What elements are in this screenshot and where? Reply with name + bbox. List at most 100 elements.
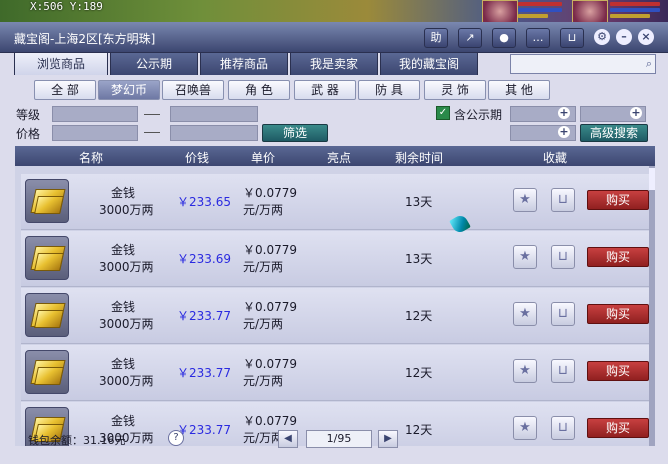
add-filter-1-icon[interactable]: + [558,107,570,119]
table-row[interactable]: 金钱 3000万两 ￥233.77 ￥0.0779 元/万两 12天 ★ ⊔ 购… [21,345,649,401]
header-favorite: 收藏 [543,151,568,165]
window-title: 藏宝阁-上海2区[东方明珠] [14,32,156,46]
favorite-star-icon[interactable]: ★ [513,245,537,269]
map-coordinates: X:506 Y:189 [30,0,103,13]
filter-button[interactable]: 筛选 [262,124,328,142]
item-unit-price: ￥0.0779 [243,243,297,257]
item-unit-price: ￥0.0779 [243,186,297,200]
gold-ingot-icon[interactable] [25,293,69,337]
favorite-star-icon[interactable]: ★ [513,302,537,326]
category-character[interactable]: 角 色 [228,80,290,100]
search-icon[interactable]: ⌕ [646,57,652,71]
player-hp-bar [610,2,660,6]
record-button[interactable]: ● [492,28,516,48]
favorite-star-icon[interactable]: ★ [513,359,537,383]
table-row[interactable]: 金钱 3000万两 ￥233.65 ￥0.0779 元/万两 13天 ★ ⊔ 购… [21,174,649,230]
item-name: 金钱 [111,414,136,428]
add-filter-2-icon[interactable]: + [630,107,642,119]
advanced-search-button[interactable]: 高级搜索 [580,124,648,142]
category-all[interactable]: 全 部 [34,80,96,100]
page-indicator[interactable]: 1/95 [306,430,372,448]
tab-my-pavilion[interactable]: 我的藏宝阁 [380,52,478,75]
window-titlebar[interactable]: 藏宝阁-上海2区[东方明珠] 助 ↗ ● … ⊔ ⚙ – × [0,22,668,53]
item-time-left: 12天 [405,366,433,380]
cart-button[interactable]: ⊔ [560,28,584,48]
category-other[interactable]: 其 他 [488,80,550,100]
price-range-dash [144,132,160,133]
favorite-star-icon[interactable]: ★ [513,188,537,212]
close-icon[interactable]: × [638,29,654,45]
pet-hp-bar [518,2,562,6]
player-mp-bar [610,8,660,12]
header-highlight: 亮点 [327,151,352,165]
category-game-currency[interactable]: 梦幻币 [98,80,160,100]
table-header: 名称 价钱 单价 亮点 剩余时间 收藏 [15,146,655,166]
gold-ingot-icon[interactable] [25,350,69,394]
table-scrollbar[interactable] [649,166,655,446]
buy-button[interactable]: 购买 [587,418,649,438]
prev-page-button[interactable]: ◀ [278,430,298,448]
gold-ingot-bottom [34,367,64,385]
buy-button[interactable]: 购买 [587,304,649,324]
add-to-cart-icon[interactable]: ⊔ [551,359,575,383]
tab-recommended[interactable]: 推荐商品 [200,52,288,75]
category-weapon[interactable]: 武 器 [294,80,356,100]
table-row[interactable]: 金钱 3000万两 ￥233.77 ￥0.0779 元/万两 12天 ★ ⊔ 购… [21,288,649,344]
help-button[interactable]: 助 [424,28,448,48]
add-to-cart-icon[interactable]: ⊔ [551,416,575,440]
table-row[interactable]: 金钱 3000万两 ￥233.69 ￥0.0779 元/万两 13天 ★ ⊔ 购… [21,231,649,287]
scrollbar-thumb[interactable] [649,168,655,190]
add-to-cart-icon[interactable]: ⊔ [551,302,575,326]
tab-browse[interactable]: 浏览商品 [14,52,108,75]
gold-ingot-bottom [34,253,64,271]
pet-exp-bar [518,14,548,18]
settings-icon[interactable]: ⚙ [594,29,610,45]
price-max-input[interactable] [170,125,258,141]
include-public-checkbox[interactable]: ✓ [436,106,450,120]
item-unit-price: ￥0.0779 [243,300,297,314]
item-unit-price: ￥0.0779 [243,357,297,371]
item-unit-label: 元/万两 [243,317,284,331]
share-button[interactable]: ↗ [458,28,482,48]
category-ornament[interactable]: 灵 饰 [424,80,486,100]
item-unit-label: 元/万两 [243,260,284,274]
help-question-icon[interactable]: ? [168,430,184,446]
category-summoned-beast[interactable]: 召唤兽 [162,80,224,100]
item-name: 金钱 [111,357,136,371]
add-filter-3-icon[interactable]: + [558,126,570,138]
level-min-input[interactable] [52,106,138,122]
gold-ingot-icon[interactable] [25,236,69,280]
gold-ingot-bottom [34,310,64,328]
category-armor[interactable]: 防 具 [358,80,420,100]
favorite-star-icon[interactable]: ★ [513,416,537,440]
pet-mp-bar [518,8,562,12]
price-min-input[interactable] [52,125,138,141]
add-to-cart-icon[interactable]: ⊔ [551,188,575,212]
item-amount: 3000万两 [99,260,154,274]
player-status-bars [610,2,660,20]
price-label: 价格 [16,127,41,141]
tab-seller[interactable]: 我是卖家 [290,52,378,75]
item-price: ￥233.77 [177,423,231,437]
pet-status-bars [518,2,562,20]
add-to-cart-icon[interactable]: ⊔ [551,245,575,269]
next-page-button[interactable]: ▶ [378,430,398,448]
buy-button[interactable]: 购买 [587,361,649,381]
include-public-label: 含公示期 [454,108,503,122]
item-time-left: 12天 [405,309,433,323]
search-field[interactable]: ⌕ [510,54,656,74]
wallet-balance: 钱包余额：31.16元 [28,434,126,447]
gold-ingot-icon[interactable] [25,179,69,223]
header-name: 名称 [79,151,104,165]
item-price: ￥233.65 [177,195,231,209]
minimize-icon[interactable]: – [616,29,632,45]
search-input[interactable] [511,55,639,73]
item-unit-price: ￥0.0779 [243,414,297,428]
item-amount: 3000万两 [99,374,154,388]
buy-button[interactable]: 购买 [587,190,649,210]
tab-public-period[interactable]: 公示期 [110,52,198,75]
item-time-left: 13天 [405,195,433,209]
level-max-input[interactable] [170,106,258,122]
chat-button[interactable]: … [526,28,550,48]
buy-button[interactable]: 购买 [587,247,649,267]
